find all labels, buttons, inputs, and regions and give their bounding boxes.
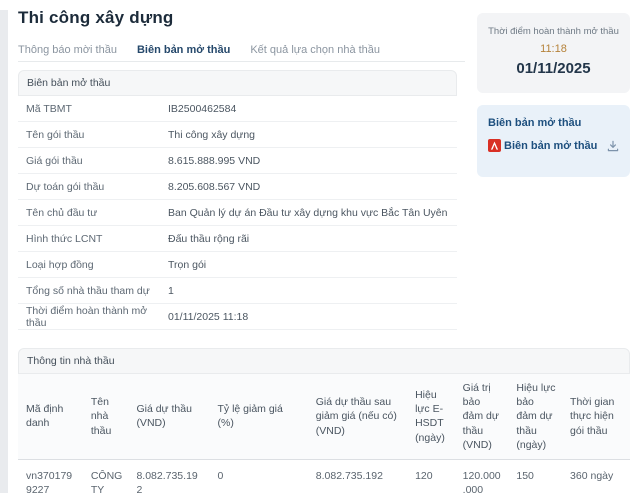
detail-label: Dự toán gói thầu bbox=[26, 180, 105, 193]
tab-thong-bao-moi-thau[interactable]: Thông báo mời thầu bbox=[18, 44, 117, 56]
detail-value: 1 bbox=[168, 284, 174, 297]
cell-bid-security-value: 120.000.000 bbox=[462, 469, 501, 493]
tab-ket-qua-lua-chon[interactable]: Kết quả lựa chọn nhà thầu bbox=[250, 44, 380, 56]
column-header: Giá dự thầu (VND) bbox=[128, 374, 210, 460]
document-box-title: Biên bản mở thầu bbox=[488, 117, 582, 129]
section-header-contractor-info: Thông tin nhà thầu bbox=[18, 348, 630, 374]
tab-divider bbox=[18, 61, 465, 62]
detail-row: Tên gói thầu Thi công xây dựng bbox=[18, 122, 457, 148]
detail-label: Loại hợp đồng bbox=[26, 258, 94, 271]
pdf-file-name: Biên bản mở thầu bbox=[504, 139, 598, 152]
detail-label: Mã TBMT bbox=[26, 102, 72, 115]
detail-value: IB2500462584 bbox=[168, 102, 237, 115]
detail-label: Tổng số nhà thầu tham dự bbox=[26, 284, 150, 297]
pdf-file-link[interactable]: Biên bản mở thầu bbox=[488, 139, 619, 152]
detail-row: Giá gói thầu 8.615.888.995 VND bbox=[18, 148, 457, 174]
cell-bid-price-after-discount: 8.082.735.192 bbox=[315, 469, 383, 482]
cell-bid-price: 8.082.735.192 bbox=[136, 469, 198, 493]
detail-value: 8.615.888.995 VND bbox=[168, 154, 261, 167]
detail-value: Đấu thầu rộng rãi bbox=[168, 232, 250, 245]
detail-value: 01/11/2025 11:18 bbox=[168, 310, 249, 323]
column-header: Giá trị bảo đảm dự thầu (VND) bbox=[454, 374, 509, 460]
completion-date-value: 01/11/2025 bbox=[516, 60, 591, 77]
column-header: Mã định danh bbox=[18, 374, 83, 460]
cell-contractor-name: CÔNG TY TNHH MỘT THÀNH VIÊN XÂY DỰNG BÙI… bbox=[90, 469, 123, 493]
detail-label: Giá gói thầu bbox=[26, 154, 83, 167]
section-header-bid-opening: Biên bản mở thầu bbox=[18, 70, 457, 96]
bid-opening-record-card: Biên bản mở thầu Mã TBMT IB2500462584 Tên… bbox=[18, 70, 457, 330]
download-button[interactable] bbox=[607, 140, 619, 152]
column-header: Hiệu lực bảo đảm dự thầu (ngày) bbox=[508, 374, 563, 460]
column-header: Thời gian thực hiện gói thầu bbox=[562, 374, 630, 460]
contractor-table-row: vn3701799227 CÔNG TY TNHH MỘT THÀNH VIÊN… bbox=[18, 459, 630, 493]
detail-label: Tên gói thầu bbox=[26, 128, 85, 141]
cell-discount-rate: 0 bbox=[217, 469, 224, 482]
contractor-table: Mã định danh Tên nhà thầu Giá dự thầu (V… bbox=[18, 374, 630, 493]
detail-label: Thời điểm hoàn thành mở thầu bbox=[26, 304, 148, 329]
completion-time-value: 11:18 bbox=[540, 43, 567, 55]
cell-contractor-id: vn3701799227 bbox=[26, 469, 73, 493]
detail-label: Hình thức LCNT bbox=[26, 232, 103, 245]
pdf-file-icon bbox=[488, 139, 501, 152]
tab-bar: Thông báo mời thầu Biên bản mở thầu Kết … bbox=[18, 44, 380, 56]
detail-row: Hình thức LCNT Đấu thầu rộng rãi bbox=[18, 226, 457, 252]
completion-time-label: Thời điểm hoàn thành mở thầu bbox=[488, 26, 619, 37]
cell-contract-duration: 360 ngày bbox=[570, 469, 614, 482]
detail-value: 8.205.608.567 VND bbox=[168, 180, 261, 193]
detail-label: Tên chủ đầu tư bbox=[26, 206, 98, 219]
tab-bien-ban-mo-thau[interactable]: Biên bản mở thầu bbox=[137, 44, 230, 56]
detail-value: Trọn gói bbox=[168, 258, 207, 271]
contractor-table-header-row: Mã định danh Tên nhà thầu Giá dự thầu (V… bbox=[18, 374, 630, 460]
cell-bid-security-validity: 150 bbox=[516, 469, 534, 482]
detail-row: Loại hợp đồng Trọn gói bbox=[18, 252, 457, 278]
detail-row: Tổng số nhà thầu tham dự 1 bbox=[18, 278, 457, 304]
column-header: Tên nhà thầu bbox=[82, 374, 129, 460]
page: Thi công xây dựng Thông báo mời thầu Biê… bbox=[0, 0, 640, 493]
download-icon bbox=[607, 140, 619, 151]
detail-row: Mã TBMT IB2500462584 bbox=[18, 96, 457, 122]
detail-row: Thời điểm hoàn thành mở thầu 01/11/2025 1… bbox=[18, 304, 457, 330]
contractor-info-card: Thông tin nhà thầu Mã định danh Tên nhà … bbox=[18, 348, 630, 493]
cell-ehsdt-validity: 120 bbox=[415, 469, 433, 482]
detail-row: Tên chủ đầu tư Ban Quản lý dự án Đầu tư x… bbox=[18, 200, 457, 226]
detail-value: Thi công xây dựng bbox=[168, 128, 255, 141]
column-header: Giá dự thầu sau giảm giá (nếu có) (VND) bbox=[307, 374, 408, 460]
page-title: Thi công xây dựng bbox=[18, 8, 174, 27]
bid-record-document-box: Biên bản mở thầu Biên bản mở thầu bbox=[477, 105, 630, 177]
detail-row: Dự toán gói thầu 8.205.608.567 VND bbox=[18, 174, 457, 200]
column-header: Tỷ lệ giảm giá (%) bbox=[209, 374, 308, 460]
completion-time-box: Thời điểm hoàn thành mở thầu 11:18 01/11… bbox=[477, 13, 630, 93]
page-edge bbox=[0, 10, 8, 493]
column-header: Hiệu lực E-HSDT (ngày) bbox=[407, 374, 455, 460]
detail-value: Ban Quản lý dự án Đầu tư xây dựng khu vự… bbox=[168, 206, 448, 219]
